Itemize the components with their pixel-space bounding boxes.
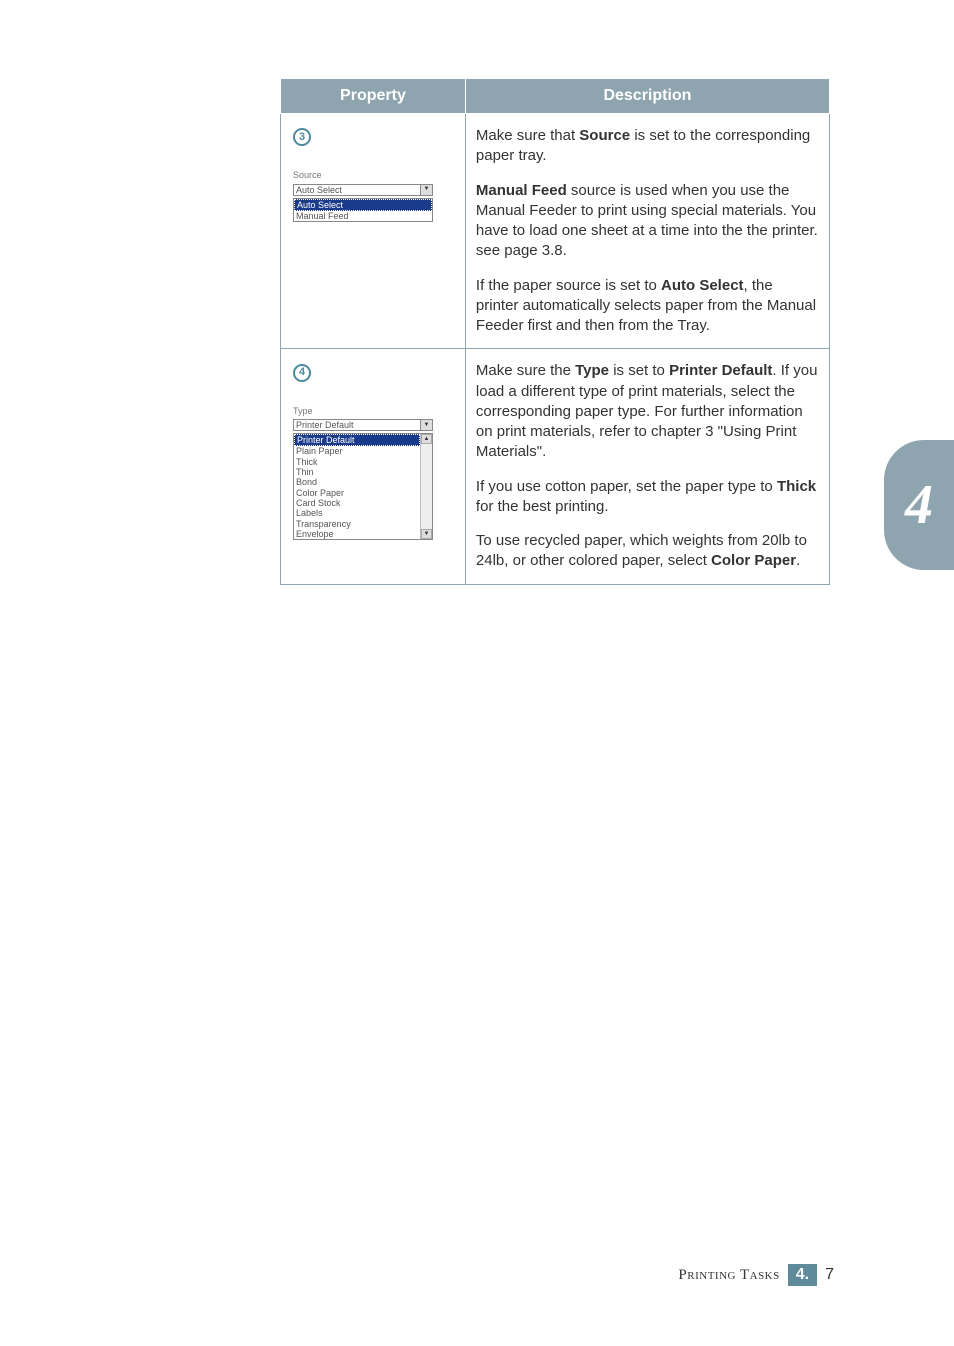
property-cell: 3 Source Auto Select ▼ Auto Select Manua… [281, 114, 466, 349]
list-item[interactable]: Manual Feed [294, 211, 432, 221]
table-row: 4 Type Printer Default ▼ ▲ ▼ [281, 349, 830, 584]
type-combobox[interactable]: Printer Default ▼ [293, 419, 433, 431]
chapter-side-tab: 4 [884, 440, 954, 570]
list-item[interactable]: Labels [294, 508, 420, 518]
step-badge-4: 4 [293, 364, 311, 382]
description-cell: Make sure that Source is set to the corr… [465, 114, 829, 349]
source-dropdown-figure: Source Auto Select ▼ Auto Select Manual … [293, 170, 457, 222]
paragraph: Manual Feed source is used when you use … [476, 181, 819, 262]
list-item[interactable]: Bond [294, 477, 420, 487]
paragraph: If the paper source is set to Auto Selec… [476, 276, 819, 337]
property-cell: 4 Type Printer Default ▼ ▲ ▼ [281, 349, 466, 584]
list-item[interactable]: Envelope [294, 529, 420, 539]
list-item[interactable]: Color Paper [294, 488, 420, 498]
paragraph: If you use cotton paper, set the paper t… [476, 477, 819, 518]
page-footer: Printing Tasks 4. 7 [678, 1264, 834, 1286]
list-item[interactable]: Transparency [294, 519, 420, 529]
paragraph: To use recycled paper, which weights fro… [476, 531, 819, 572]
description-cell: Make sure the Type is set to Printer Def… [465, 349, 829, 584]
property-table: Property Description 3 Source Auto Selec… [280, 78, 830, 585]
footer-page-number: 7 [825, 1266, 834, 1284]
list-item[interactable]: Thin [294, 467, 420, 477]
header-property: Property [281, 79, 466, 114]
paragraph: Make sure that Source is set to the corr… [476, 126, 819, 167]
type-combobox-value: Printer Default [296, 420, 354, 430]
step-badge-3: 3 [293, 128, 311, 146]
source-listbox[interactable]: Auto Select Manual Feed [293, 198, 433, 223]
source-combobox[interactable]: Auto Select ▼ [293, 184, 433, 196]
list-item[interactable]: Printer Default [294, 434, 420, 446]
list-item[interactable]: Thick [294, 457, 420, 467]
chapter-number: 4 [905, 473, 933, 537]
list-item[interactable]: Card Stock [294, 498, 420, 508]
footer-section-title: Printing Tasks [678, 1267, 779, 1284]
source-combobox-value: Auto Select [296, 185, 342, 195]
source-label: Source [293, 170, 457, 180]
chevron-down-icon[interactable]: ▼ [420, 420, 432, 430]
header-description: Description [465, 79, 829, 114]
scroll-down-icon[interactable]: ▼ [421, 529, 432, 539]
scrollbar[interactable]: ▲ ▼ [420, 434, 432, 539]
type-dropdown-figure: Type Printer Default ▼ ▲ ▼ Printer Defau [293, 406, 457, 541]
list-item[interactable]: Auto Select [294, 199, 432, 211]
page: 4 Property Description 3 Source Auto Sel… [0, 0, 954, 1346]
type-listbox[interactable]: ▲ ▼ Printer Default Plain Paper Thick Th… [293, 433, 433, 540]
footer-section-badge: 4. [788, 1264, 817, 1286]
type-label: Type [293, 406, 457, 416]
chevron-down-icon[interactable]: ▼ [420, 185, 432, 195]
table-row: 3 Source Auto Select ▼ Auto Select Manua… [281, 114, 830, 349]
scroll-up-icon[interactable]: ▲ [421, 434, 432, 444]
list-item[interactable]: Plain Paper [294, 446, 420, 456]
paragraph: Make sure the Type is set to Printer Def… [476, 361, 819, 462]
